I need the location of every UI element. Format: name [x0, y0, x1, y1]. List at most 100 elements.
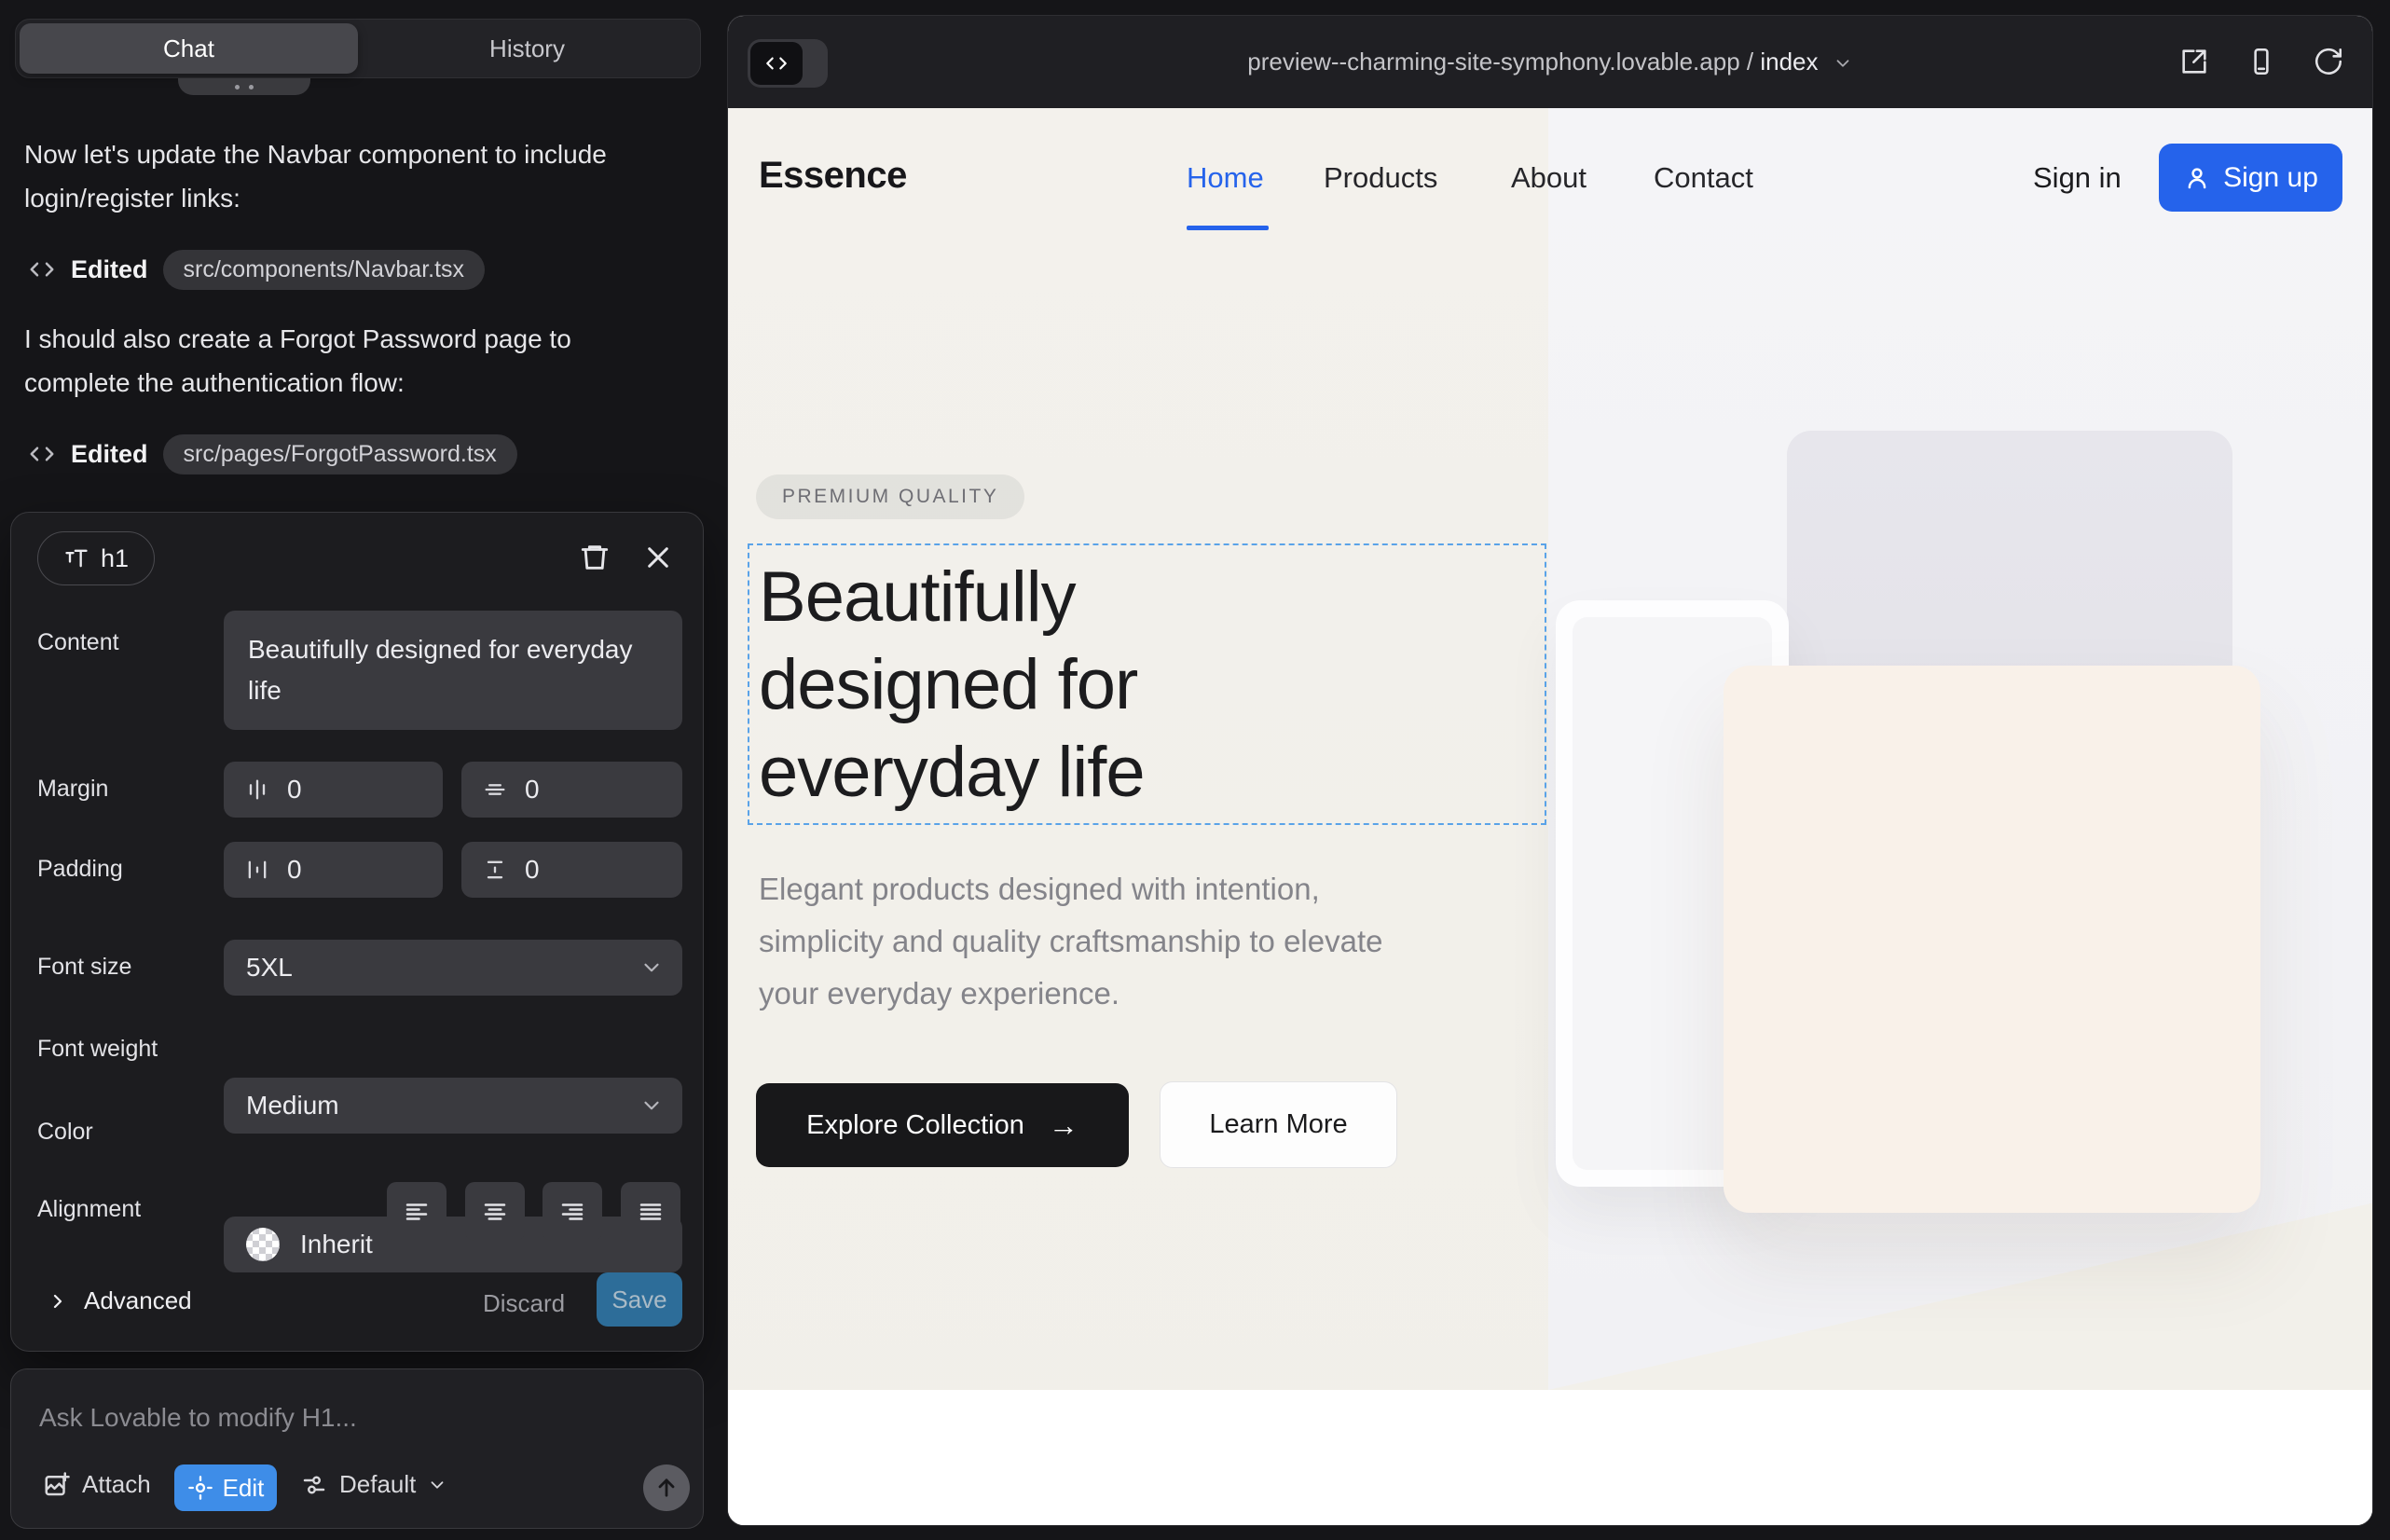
- site-logo[interactable]: Essence: [759, 155, 907, 197]
- selected-element-tag[interactable]: h1: [37, 531, 155, 585]
- chevron-right-icon: [47, 1290, 69, 1313]
- hero-card-cream: [1724, 666, 2260, 1213]
- margin-horizontal-icon: [244, 777, 270, 803]
- edited-file-row[interactable]: Edited src/components/Navbar.tsx: [28, 248, 485, 291]
- type-icon: [63, 545, 89, 571]
- chevron-down-icon: [427, 1475, 447, 1495]
- chevron-down-icon: [639, 1093, 664, 1118]
- save-button[interactable]: Save: [597, 1272, 682, 1327]
- premium-quality-badge: PREMIUM QUALITY: [756, 474, 1024, 519]
- advanced-toggle[interactable]: Advanced: [47, 1286, 192, 1315]
- align-right-button[interactable]: [543, 1182, 602, 1241]
- code-icon: [28, 440, 56, 468]
- tag-name: h1: [101, 544, 129, 573]
- image-plus-icon: [43, 1471, 71, 1499]
- color-swatch: [246, 1228, 280, 1261]
- margin-vertical-icon: [482, 777, 508, 803]
- url-separator: /: [1747, 48, 1760, 76]
- edit-label: Edit: [223, 1474, 265, 1503]
- margin-label: Margin: [37, 776, 108, 803]
- edited-label: Edited: [71, 440, 148, 469]
- font-size-label: Font size: [37, 954, 131, 981]
- edit-mode-button[interactable]: Edit: [174, 1464, 277, 1511]
- edited-file-row[interactable]: Edited src/pages/ForgotPassword.tsx: [28, 433, 517, 475]
- padding-x-value: 0: [287, 855, 302, 885]
- align-justify-button[interactable]: [621, 1182, 680, 1241]
- preview-toolbar: preview--charming-site-symphony.lovable.…: [728, 16, 2372, 108]
- tab-history[interactable]: History: [358, 23, 696, 74]
- nav-link-products[interactable]: Products: [1324, 161, 1437, 195]
- font-weight-select[interactable]: Medium: [224, 1078, 682, 1134]
- arrow-right-icon: →: [1049, 1108, 1078, 1143]
- padding-y-value: 0: [525, 855, 540, 885]
- nav-link-about[interactable]: About: [1511, 161, 1586, 195]
- nav-link-contact[interactable]: Contact: [1654, 161, 1753, 195]
- close-icon: [643, 543, 673, 572]
- learn-more-button[interactable]: Learn More: [1160, 1081, 1397, 1168]
- lovable-app: Chat History Now let's update the Navbar…: [0, 0, 2390, 1540]
- font-weight-value: Medium: [246, 1091, 339, 1121]
- chevron-down-icon: [1833, 53, 1853, 74]
- nav-link-home[interactable]: Home: [1187, 161, 1264, 195]
- padding-label: Padding: [37, 856, 123, 883]
- color-select[interactable]: Inherit: [224, 1217, 682, 1272]
- attach-label: Attach: [82, 1470, 151, 1499]
- url-bar[interactable]: preview--charming-site-symphony.lovable.…: [728, 48, 2372, 76]
- user-icon: [2183, 164, 2211, 192]
- align-justify-icon: [637, 1198, 665, 1226]
- explore-collection-label: Explore Collection: [806, 1110, 1024, 1141]
- content-label: Content: [37, 629, 119, 656]
- prompt-input[interactable]: [39, 1396, 654, 1440]
- nav-active-underline: [1187, 226, 1269, 230]
- preview-window: preview--charming-site-symphony.lovable.…: [727, 15, 2373, 1526]
- locate-icon: [187, 1475, 213, 1501]
- arrow-up-icon: [653, 1475, 680, 1501]
- delete-element-button[interactable]: [576, 539, 613, 576]
- file-chip[interactable]: src/pages/ForgotPassword.tsx: [163, 434, 517, 474]
- sliders-icon: [300, 1471, 328, 1499]
- attach-button[interactable]: Attach: [43, 1470, 151, 1499]
- font-size-value: 5XL: [246, 953, 293, 983]
- edited-label: Edited: [71, 255, 148, 284]
- alignment-label: Alignment: [37, 1196, 141, 1223]
- font-weight-label: Font weight: [37, 1036, 158, 1063]
- mode-select[interactable]: Default: [300, 1470, 447, 1499]
- chat-message: I should also create a Forgot Password p…: [24, 317, 677, 405]
- sign-up-button[interactable]: Sign up: [2159, 144, 2342, 212]
- code-icon: [28, 255, 56, 283]
- sign-in-link[interactable]: Sign in: [2033, 161, 2122, 195]
- content-input[interactable]: Beautifully designed for everyday life: [224, 611, 682, 730]
- padding-x-input[interactable]: 0: [224, 842, 443, 898]
- padding-horizontal-icon: [244, 857, 270, 883]
- align-left-button[interactable]: [387, 1182, 446, 1241]
- padding-vertical-icon: [482, 857, 508, 883]
- chat-history-tabs: Chat History: [15, 19, 701, 78]
- send-button[interactable]: [643, 1464, 690, 1511]
- mobile-view-icon[interactable]: [2246, 46, 2277, 77]
- font-size-select[interactable]: 5XL: [224, 940, 682, 996]
- tab-chat[interactable]: Chat: [20, 23, 358, 74]
- prompt-box: Attach Edit Default: [10, 1368, 704, 1529]
- scrolled-chip-partial: [178, 78, 310, 95]
- file-chip[interactable]: src/components/Navbar.tsx: [163, 250, 486, 290]
- refresh-icon[interactable]: [2313, 46, 2344, 77]
- preview-site: Essence Home Products About Contact Sign…: [728, 108, 2373, 1526]
- align-right-icon: [558, 1198, 586, 1226]
- align-center-icon: [481, 1198, 509, 1226]
- discard-button[interactable]: Discard: [483, 1289, 565, 1318]
- chevron-down-icon: [639, 956, 664, 980]
- open-external-icon[interactable]: [2178, 46, 2210, 77]
- preview-actions: [2178, 46, 2344, 77]
- align-center-button[interactable]: [465, 1182, 525, 1241]
- preview-host: preview--charming-site-symphony.lovable.…: [1247, 48, 1739, 76]
- element-editor-panel: h1 Content Beautifully designed for ever…: [10, 512, 704, 1352]
- padding-y-input[interactable]: 0: [461, 842, 682, 898]
- close-panel-button[interactable]: [639, 539, 677, 576]
- margin-y-input[interactable]: 0: [461, 762, 682, 818]
- section-below-hero: [728, 1390, 2373, 1526]
- trash-icon: [579, 542, 611, 573]
- mode-label: Default: [339, 1470, 416, 1499]
- hero-heading[interactable]: Beautifully designed for everyday life: [759, 554, 1374, 817]
- explore-collection-button[interactable]: Explore Collection →: [756, 1083, 1129, 1167]
- margin-x-input[interactable]: 0: [224, 762, 443, 818]
